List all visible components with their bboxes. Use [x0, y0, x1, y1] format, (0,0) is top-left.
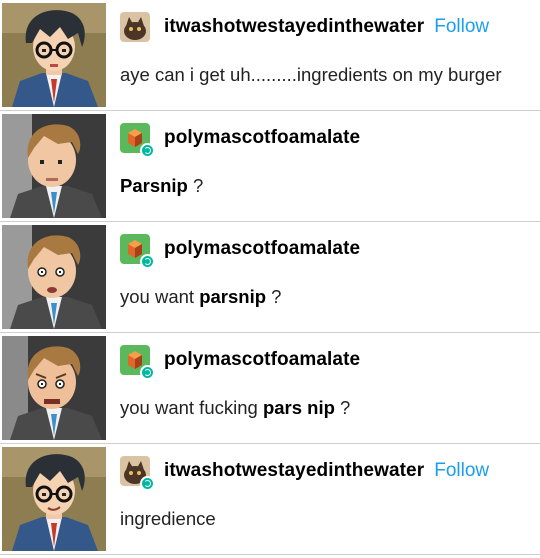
post: polymascotfoamalate you want parsnip ? [0, 222, 540, 333]
cube-avatar-icon[interactable] [120, 123, 155, 158]
follow-button[interactable]: Follow [434, 460, 489, 482]
reblog-icon [140, 365, 155, 380]
post-text: ingredience [120, 508, 216, 529]
post: polymascotfoamalate you want fucking par… [0, 333, 540, 444]
username[interactable]: itwashotwestayedinthewater [164, 16, 424, 38]
cube-avatar-icon[interactable] [120, 345, 155, 380]
username[interactable]: polymascotfoamalate [164, 349, 360, 371]
cat-avatar-icon[interactable] [120, 456, 155, 491]
username[interactable]: polymascotfoamalate [164, 238, 360, 260]
username[interactable]: itwashotwestayedinthewater [164, 460, 424, 482]
post-text: you want parsnip ? [120, 286, 281, 308]
post-text: you want fucking pars nip ? [120, 397, 350, 419]
cube-avatar-icon[interactable] [120, 234, 155, 269]
post-header: polymascotfoamalate [120, 123, 360, 158]
post-header: itwashotwestayedinthewater Follow [120, 456, 489, 491]
post-text: Parsnip ? [120, 175, 203, 197]
username[interactable]: polymascotfoamalate [164, 127, 360, 149]
portrait-image [2, 114, 106, 218]
bold-text: pars nip [262, 397, 335, 418]
text-before: you want fucking [120, 397, 263, 418]
text-after: ? [187, 175, 204, 196]
post: polymascotfoamalate Parsnip ? [0, 111, 540, 222]
cat-avatar-icon[interactable] [120, 12, 150, 42]
portrait-image [2, 447, 106, 551]
text-before: you want [120, 286, 200, 307]
follow-button[interactable]: Follow [434, 16, 489, 38]
post-header: polymascotfoamalate [120, 234, 360, 269]
text-after: ? [334, 397, 351, 418]
portrait-image [2, 336, 106, 440]
post: itwashotwestayedinthewater Follow aye ca… [0, 0, 540, 111]
post-header: polymascotfoamalate [120, 345, 360, 380]
reblog-icon [140, 143, 155, 158]
portrait-image [2, 3, 106, 107]
bold-text: Parsnip [120, 175, 188, 196]
post: itwashotwestayedinthewater Follow ingred… [0, 444, 540, 555]
text-after: ? [266, 286, 282, 307]
bold-text: parsnip [199, 286, 267, 307]
post-text: aye can i get uh.........ingredients on … [120, 64, 502, 85]
post-header: itwashotwestayedinthewater Follow [120, 12, 489, 42]
reblog-icon [140, 476, 155, 491]
portrait-image [2, 225, 106, 329]
reblog-icon [140, 254, 155, 269]
